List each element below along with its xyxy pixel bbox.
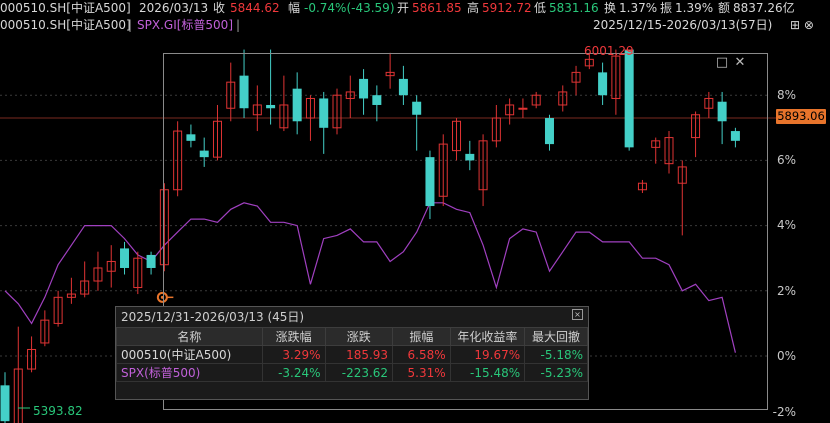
legend-separator: | [128,18,133,32]
amp-label: 幅 [288,1,301,15]
axis-label-8: 8% [776,88,796,102]
tooltip-close-icon[interactable]: × [572,309,583,320]
candle-body-down [146,254,156,268]
table-row: SPX(标普500) -3.24% -223.62 5.31% -15.48% … [116,363,588,382]
swing-label: 振 [660,1,673,15]
row-chg-pct: -3.24% [261,363,326,382]
current-price-tag: 5893.06 [776,109,826,124]
quote-header: 000510.SH[中证A500] 2026/03/13 收 5844.62 幅… [0,0,830,17]
header-tool-icons[interactable]: ⊞ ⊗ [790,17,814,34]
turnover-label: 换 [604,1,617,15]
row-chg: 185.93 [324,345,394,364]
table-header-row: 名称 涨跌幅 涨跌 振幅 年化收益率 最大回撤 [116,327,588,346]
tooltip-title: 2025/12/31-2026/03/13 (45日) [121,310,305,324]
row-chg: -223.62 [324,363,394,382]
turnover-value: 1.37% [619,1,658,15]
row-name: SPX(标普500) [116,363,263,382]
col-name: 名称 [116,327,263,346]
col-annual: 年化收益率 [449,327,526,346]
col-chg: 涨跌 [324,327,394,346]
axis-label-6: 6% [776,153,796,167]
close-label: 收 [213,1,226,15]
axis-label-2: 2% [776,284,796,298]
low-label: 低 [534,1,547,15]
row-chg-pct: 3.29% [261,345,326,364]
maximize-icon[interactable]: □ [715,55,729,70]
quote-date: 2026/03/13 [139,1,209,15]
swing-value: 1.39% [675,1,714,15]
stats-table: 名称 涨跌幅 涨跌 振幅 年化收益率 最大回撤 000510(中证A500) 3… [116,327,588,382]
high-value: 5912.72 [482,1,532,15]
open-value: 5861.85 [412,1,462,15]
high-marker: 6001.29 [584,44,634,58]
legend-compare-series[interactable]: SPX.GI[标普500] [137,17,233,34]
col-amp: 振幅 [392,327,451,346]
row-annual: 19.67% [449,345,526,364]
open-label: 开 [397,1,410,15]
table-row: 000510(中证A500) 3.29% 185.93 6.58% 19.67%… [116,345,588,364]
row-amp: 6.58% [392,345,451,364]
close-icon[interactable]: ✕ [733,55,747,70]
row-annual: -15.48% [449,363,526,382]
axis-label-0: 0% [776,349,796,363]
zoom-controls: □ ✕ [711,55,747,70]
volume-value: 8837.26亿 [733,1,795,15]
row-maxdd: -5.18% [524,345,588,364]
volume-label: 额 [718,1,731,15]
date-range: 2025/12/15-2026/03/13(57日) [593,18,773,32]
legend-bar: 000510.SH[中证A500] | SPX.GI[标普500] | 2025… [0,17,830,34]
amp-value: -0.74%(-43.59) [304,1,395,15]
row-name: 000510(中证A500) [116,345,263,364]
range-stats-tooltip: 2025/12/31-2026/03/13 (45日) × 名称 涨跌幅 涨跌 … [115,306,589,400]
low-marker: 5393.82 [33,404,83,418]
axis-label-4: 4% [776,218,796,232]
candle-body-down [120,248,130,268]
col-maxdd: 最大回撤 [524,327,588,346]
low-value: 5831.16 [549,1,599,15]
legend-symbol[interactable]: 000510.SH[中证A500] [0,17,131,34]
row-amp: 5.31% [392,363,451,382]
legend-separator-2: | [236,18,241,32]
high-label: 高 [467,1,480,15]
close-value: 5844.62 [230,1,280,15]
symbol-code: 000510.SH[中证A500] [0,1,131,15]
col-chg-pct: 涨跌幅 [261,327,326,346]
row-maxdd: -5.23% [524,363,588,382]
candle-body-down [0,385,10,422]
axis-label-neg2: -2% [772,405,796,419]
